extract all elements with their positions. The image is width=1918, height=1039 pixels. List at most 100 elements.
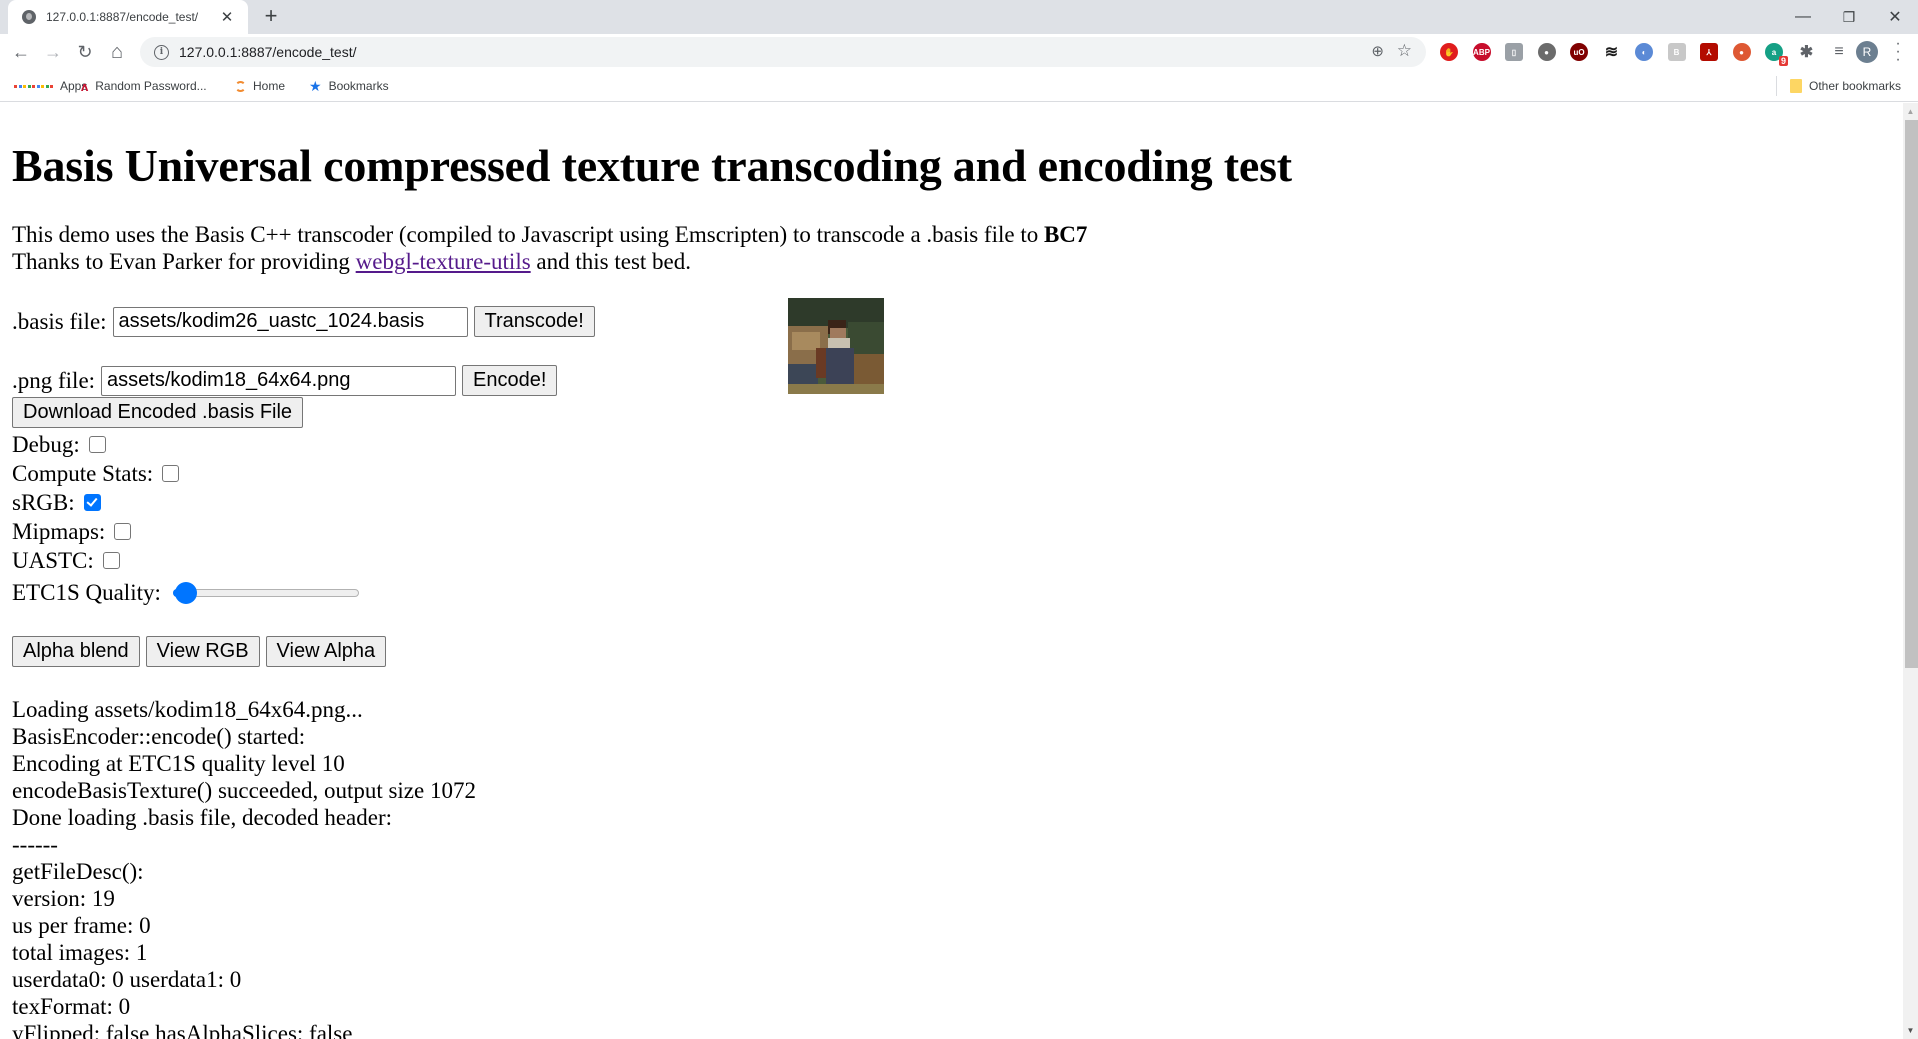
transcode-button[interactable]: Transcode!: [473, 306, 595, 337]
quality-row: ETC1S Quality:: [12, 578, 359, 608]
site-info-icon[interactable]: i: [154, 44, 169, 60]
scroll-down-arrow-icon[interactable]: ▼: [1903, 1022, 1918, 1039]
webgl-texture-utils-link[interactable]: webgl-texture-utils: [356, 249, 531, 274]
bookmark-apps[interactable]: Apps: [14, 77, 87, 95]
folder-icon: [1790, 79, 1802, 93]
minimize-button[interactable]: —: [1780, 0, 1826, 34]
option-uastc: UASTC:: [12, 547, 120, 574]
globe-icon: [22, 10, 36, 24]
jsonviewer-icon[interactable]: ◐: [1635, 43, 1653, 61]
bookmark-star-icon[interactable]: ☆: [1397, 41, 1412, 61]
buffer-icon[interactable]: ≋: [1603, 43, 1621, 61]
scrollbar-thumb[interactable]: [1905, 120, 1918, 668]
bookmark-random-password[interactable]: ᴧ Random Password...: [81, 77, 207, 95]
browser-menu-icon[interactable]: · · ·: [1893, 36, 1903, 68]
page-content: Basis Universal compressed texture trans…: [0, 103, 1902, 1039]
download-basis-button[interactable]: Download Encoded .basis File: [12, 397, 304, 428]
uastc-checkbox[interactable]: [102, 552, 120, 569]
address-bar[interactable]: i 127.0.0.1:8887/encode_test/ ⊕ ☆: [140, 37, 1426, 67]
encode-button[interactable]: Encode!: [462, 365, 558, 396]
bitwarden-icon[interactable]: B: [1667, 43, 1686, 61]
download-row: Download Encoded .basis File: [12, 397, 304, 428]
other-bookmarks-label: Other bookmarks: [1809, 79, 1902, 93]
url-text[interactable]: 127.0.0.1:8887/encode_test/: [179, 44, 356, 60]
bookmark-home[interactable]: Home: [235, 77, 285, 95]
apps-grid-icon: [14, 84, 53, 88]
home-icon: ⌂: [110, 40, 124, 63]
mipmaps-label: Mipmaps:: [12, 518, 106, 544]
view-rgb-button[interactable]: View RGB: [145, 636, 260, 667]
quality-slider[interactable]: [169, 582, 359, 604]
basis-file-row: .basis file: Transcode!: [12, 306, 595, 337]
vertical-scrollbar[interactable]: ▲ ▼: [1903, 103, 1918, 1039]
compute-stats-checkbox[interactable]: [162, 465, 180, 482]
debug-label: Debug:: [12, 431, 80, 457]
preview-image: [788, 298, 884, 394]
option-compute-stats: Compute Stats:: [12, 460, 180, 487]
arrow-right-icon: →: [44, 41, 62, 62]
mipmaps-checkbox[interactable]: [114, 523, 132, 540]
alpha-blend-button[interactable]: Alpha blend: [12, 636, 140, 667]
abp-icon[interactable]: ABP: [1472, 43, 1491, 61]
target-format: BC7: [1043, 222, 1088, 247]
intro-line2-suffix: and this test bed.: [530, 249, 692, 274]
puzzle-icon[interactable]: ✱: [1798, 43, 1816, 61]
profile-avatar[interactable]: R: [1856, 41, 1878, 63]
arrow-left-icon: ←: [12, 41, 30, 62]
home-button[interactable]: ⌂: [103, 38, 131, 66]
srgb-label: sRGB:: [12, 489, 75, 515]
restore-button[interactable]: ❐: [1826, 0, 1872, 34]
close-window-button[interactable]: ✕: [1872, 0, 1918, 34]
close-icon: ✕: [1888, 9, 1902, 26]
view-alpha-button[interactable]: View Alpha: [265, 636, 387, 667]
log-line: getFileDesc():: [12, 859, 144, 884]
quality-label: ETC1S Quality:: [12, 580, 161, 605]
extension-badge: 9: [1778, 56, 1788, 66]
slider-thumb[interactable]: [174, 582, 197, 604]
back-button[interactable]: ←: [7, 38, 35, 66]
compute-stats-label: Compute Stats:: [12, 460, 154, 486]
restore-icon: ❐: [1842, 8, 1856, 25]
zoom-icon[interactable]: ⊕: [1371, 42, 1384, 60]
uastc-label: UASTC:: [12, 547, 94, 573]
log-line: version: 19: [12, 886, 115, 911]
srgb-checkbox[interactable]: [83, 494, 101, 511]
adblock-icon[interactable]: ✋: [1440, 43, 1458, 61]
forward-button[interactable]: →: [39, 38, 67, 66]
circle-ext-icon[interactable]: ●: [1537, 43, 1556, 61]
office-icon[interactable]: ▯: [1505, 43, 1523, 61]
bookmarks-divider: [1776, 76, 1777, 96]
bookmark-bookmarks[interactable]: ★ Bookmarks: [309, 77, 389, 95]
acrobat-icon[interactable]: ⅄: [1700, 43, 1718, 61]
ublock-icon[interactable]: uO: [1570, 43, 1588, 61]
view-buttons-row: Alpha blend View RGB View Alpha: [12, 636, 387, 667]
option-srgb: sRGB:: [12, 489, 101, 516]
reload-button[interactable]: ↻: [71, 38, 99, 66]
log-line: Encoding at ETC1S quality level 10: [12, 751, 345, 776]
lastpass-icon: ᴧ: [81, 78, 89, 94]
log-line: ------: [12, 832, 58, 857]
bookmark-label: Random Password...: [95, 79, 207, 93]
log-line: yFlipped: false hasAlphaSlices: false: [12, 1021, 353, 1039]
browser-tab[interactable]: 127.0.0.1:8887/encode_test/ ✕: [8, 0, 248, 34]
log-line: BasisEncoder::encode() started:: [12, 724, 306, 749]
new-tab-button[interactable]: +: [258, 4, 284, 30]
basis-file-label: .basis file:: [12, 308, 107, 334]
output-log: Loading assets/kodim18_64x64.png... Basis…: [12, 696, 476, 1039]
scroll-up-arrow-icon[interactable]: ▲: [1903, 103, 1918, 120]
png-file-row: .png file: Encode!: [12, 365, 558, 396]
intro-line2: Thanks to Evan Parker for providing: [12, 249, 356, 274]
duckduckgo-icon[interactable]: ●: [1732, 43, 1751, 61]
grammarly-icon[interactable]: a9: [1765, 43, 1788, 66]
option-debug: Debug:: [12, 431, 106, 458]
basis-file-input[interactable]: [112, 306, 468, 337]
debug-checkbox[interactable]: [88, 436, 106, 453]
media-icon[interactable]: ≡: [1830, 43, 1848, 61]
bookmark-label: Home: [253, 79, 286, 93]
log-line: Loading assets/kodim18_64x64.png...: [12, 697, 363, 722]
tab-close-icon[interactable]: ✕: [218, 8, 236, 26]
other-bookmarks[interactable]: Other bookmarks: [1790, 77, 1901, 95]
log-line: encodeBasisTexture() succeeded, output s…: [12, 778, 476, 803]
texture-preview: [788, 298, 884, 394]
png-file-input[interactable]: [101, 365, 457, 396]
